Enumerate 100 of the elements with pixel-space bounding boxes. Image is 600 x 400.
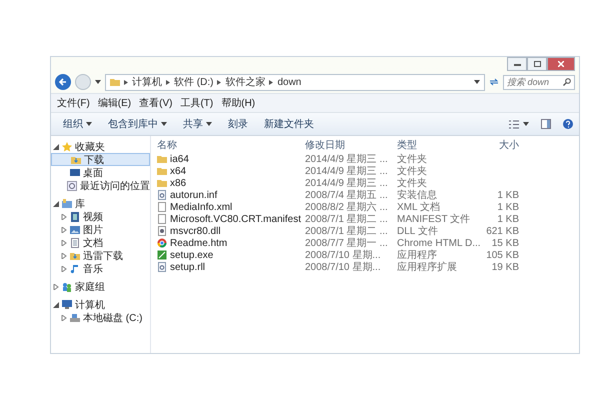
tree-item[interactable]: 视频 [51, 210, 150, 223]
breadcrumb-item[interactable]: down [277, 76, 302, 88]
toolbar-button[interactable]: 刻录 [222, 116, 254, 132]
close-icon [558, 61, 564, 67]
settings-file-icon [157, 262, 167, 272]
collapsed-icon[interactable] [61, 240, 67, 246]
file-name[interactable]: x86 [170, 178, 186, 188]
file-name[interactable]: Microsoft.VC80.CRT.manifest [170, 214, 301, 224]
minimize-icon [514, 62, 520, 66]
breadcrumb-item[interactable]: 软件 (D:) [174, 75, 214, 89]
toolbar-button[interactable]: 共享 [177, 116, 218, 132]
computer-icon [62, 300, 72, 310]
folder-icon [110, 77, 120, 87]
tree-item[interactable]: 下载 [51, 153, 150, 166]
tree-item[interactable]: 计算机 [51, 298, 150, 311]
maximize-button[interactable] [527, 57, 547, 71]
column-header[interactable]: 大小 [479, 138, 519, 152]
close-button[interactable] [547, 57, 575, 71]
people-icon [62, 282, 72, 292]
browser-icon [157, 238, 167, 248]
tree-item[interactable]: 本地磁盘 (C:) [51, 311, 150, 324]
tree-item[interactable]: 桌面 [51, 166, 150, 179]
file-name[interactable]: setup.exe [170, 250, 214, 260]
type-cell: Chrome HTML D... [397, 238, 479, 248]
caret-icon [161, 122, 167, 126]
settings-file-icon [157, 190, 167, 200]
toolbar-button[interactable]: 新建文件夹 [258, 116, 320, 132]
date-cell-text: 2008/7/1 星期二 ... [305, 212, 389, 226]
collapsed-icon[interactable] [61, 314, 67, 320]
column-header[interactable]: 类型 [397, 138, 479, 152]
menu-item[interactable]: 帮助(H) [221, 96, 256, 110]
tree-item[interactable]: 音乐 [51, 262, 150, 275]
collapsed-icon[interactable] [53, 284, 59, 290]
type-cell-text: 安装信息 [397, 188, 438, 202]
tree-item[interactable]: 最近访问的位置 [51, 179, 150, 192]
type-cell-text: 文件夹 [397, 176, 428, 190]
collapsed-icon[interactable] [61, 252, 67, 258]
expanded-icon[interactable] [53, 200, 59, 206]
menu-item[interactable]: 文件(F) [57, 96, 90, 110]
type-cell-text: 应用程序 [397, 248, 438, 262]
date-cell-text: 2008/7/7 星期一 ... [305, 236, 389, 250]
library-icon [62, 198, 72, 208]
collapsed-icon[interactable] [61, 266, 67, 272]
size-cell-text: 105 KB [485, 250, 519, 260]
breadcrumb-item[interactable]: 计算机 [132, 75, 162, 89]
chevron-icon [124, 80, 128, 84]
size-cell-text: 1 KB [496, 214, 519, 224]
caret-icon [474, 80, 480, 84]
help-icon[interactable] [563, 119, 573, 129]
monitor-icon [70, 168, 80, 178]
date-cell-text: 2008/7/1 星期二 ... [305, 224, 389, 238]
menu-item[interactable]: 查看(V) [139, 96, 172, 110]
chevron-icon [269, 80, 274, 84]
file-name[interactable]: ia64 [170, 154, 189, 164]
view-options-icon[interactable] [509, 120, 519, 128]
preview-pane-icon[interactable] [541, 119, 551, 129]
tree-item[interactable]: 收藏夹 [51, 140, 150, 153]
tree-item[interactable]: 图片 [51, 223, 150, 236]
file-name[interactable]: x64 [170, 166, 186, 176]
type-cell-text: 应用程序扩展 [397, 260, 458, 274]
expanded-icon[interactable] [53, 144, 59, 150]
chevron-icon [217, 80, 222, 84]
drive-icon [70, 312, 80, 322]
minimize-button[interactable] [507, 57, 527, 71]
menu-item[interactable]: 工具(T) [180, 96, 214, 110]
tree-item[interactable]: 迅雷下载 [51, 249, 150, 262]
address-field[interactable]: 计算机 软件 (D:) 软件之家 down [105, 74, 485, 90]
arrow-left-icon [59, 78, 67, 86]
file-name[interactable]: Readme.htm [170, 238, 228, 248]
collapsed-icon[interactable] [61, 226, 67, 232]
file-name[interactable]: setup.rll [170, 262, 206, 272]
search-icon [563, 78, 571, 86]
type-cell-text: 文件夹 [397, 152, 428, 166]
file-name[interactable]: autorun.inf [170, 190, 218, 200]
tree-item[interactable]: 文档 [51, 236, 150, 249]
file-name[interactable]: MediaInfo.xml [170, 202, 232, 212]
tree-item[interactable]: 家庭组 [51, 280, 150, 293]
caret-icon [523, 122, 529, 126]
column-header[interactable]: 名称 [157, 138, 305, 152]
breadcrumb-item[interactable]: 软件之家 [225, 75, 266, 89]
back-button[interactable] [55, 74, 71, 90]
collapsed-icon[interactable] [61, 214, 67, 220]
size-cell-text: 19 KB [490, 262, 519, 272]
type-cell-text: 文件夹 [397, 164, 428, 178]
column-header[interactable]: 修改日期 [305, 138, 397, 152]
toolbar-button[interactable]: 包含到库中 [102, 116, 173, 132]
refresh-icon[interactable] [489, 78, 499, 86]
search-field[interactable]: 搜索 down [503, 74, 575, 90]
folder-icon [70, 250, 80, 260]
size-cell-text: 15 KB [490, 238, 519, 248]
date-cell-text: 2014/4/9 星期三 ... [305, 164, 389, 178]
tree-item[interactable]: 库 [51, 197, 150, 210]
date-cell-text: 2008/7/4 星期五 ... [305, 188, 389, 202]
chevron-icon [166, 80, 170, 84]
menu-item[interactable]: 编辑(E) [98, 96, 132, 110]
toolbar-button[interactable]: 组织 [57, 116, 98, 132]
expanded-icon[interactable] [53, 302, 59, 308]
picture-icon [70, 224, 80, 234]
type-cell-text: DLL 文件 [397, 224, 439, 238]
file-name[interactable]: msvcr80.dll [170, 226, 221, 236]
